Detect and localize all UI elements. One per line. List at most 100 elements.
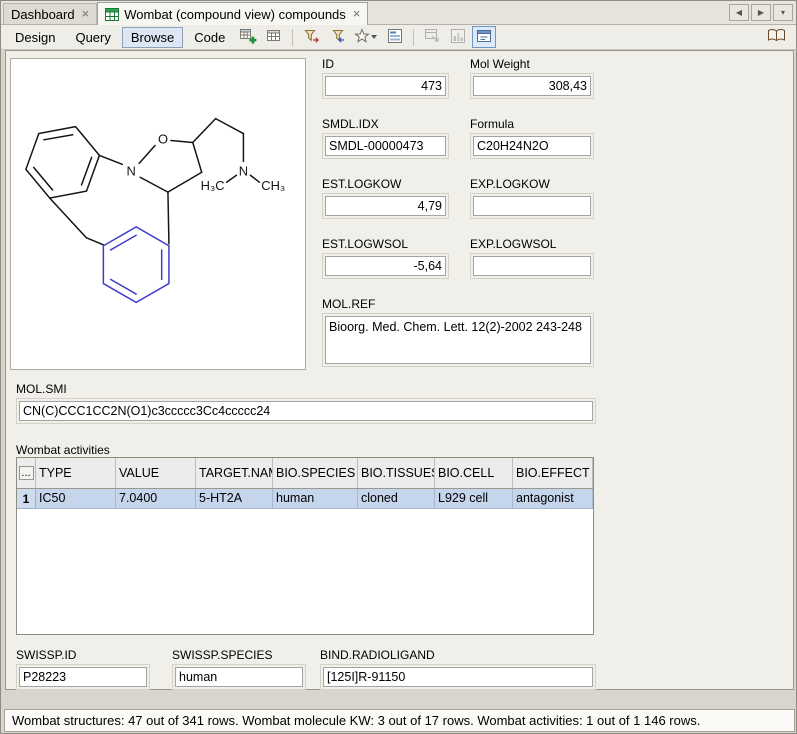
favorites-button[interactable] — [351, 26, 381, 48]
book-icon — [767, 28, 786, 46]
exp-logwsol-input[interactable] — [473, 256, 591, 276]
star-icon — [354, 28, 378, 47]
caret-down-icon: ▾ — [781, 8, 785, 17]
atom-label-o: O — [158, 131, 168, 146]
molecule-viewer[interactable]: N O N H₃C CH₃ — [10, 58, 306, 370]
field-swissp-id-label: SWISSP.ID — [16, 648, 150, 662]
est-logwsol-input[interactable] — [325, 256, 446, 276]
status-bar: Wombat structures: 47 out of 341 rows. W… — [4, 709, 795, 732]
mol-ref-input[interactable]: Bioorg. Med. Chem. Lett. 12(2)-2002 243-… — [325, 316, 591, 364]
atom-label-n: N — [127, 163, 136, 178]
column-header-type[interactable]: TYPE — [36, 458, 116, 488]
atom-label-methyl-left: H₃C — [201, 178, 225, 193]
column-header-value[interactable]: VALUE — [116, 458, 196, 488]
table-view-icon — [105, 8, 119, 21]
activities-table-row[interactable]: 1 IC50 7.0400 5-HT2A human cloned L929 c… — [17, 489, 593, 509]
column-header-target-name[interactable]: TARGET.NAME — [196, 458, 273, 488]
field-est-logkow-label: EST.LOGKOW — [322, 177, 449, 191]
column-header-bio-tissuesource[interactable]: BIO.TISSUESOU — [358, 458, 435, 488]
smdl-idx-input[interactable] — [325, 136, 446, 156]
cell-bio-tissuesource[interactable]: cloned — [358, 489, 435, 509]
widgets-button[interactable] — [472, 26, 496, 48]
column-header-bio-cell[interactable]: BIO.CELL — [435, 458, 513, 488]
id-input[interactable] — [325, 76, 446, 96]
field-bind-radioligand-label: BIND.RADIOLIGAND — [320, 648, 596, 662]
field-formula-label: Formula — [470, 117, 594, 131]
field-mol-weight-label: Mol Weight — [470, 57, 594, 71]
main-toolbar: Design Query Browse Code — [1, 25, 796, 50]
application-window: Dashboard × Wombat (compound view) compo… — [0, 0, 797, 734]
row-number: 1 — [17, 489, 36, 509]
swissp-id-input[interactable] — [19, 667, 147, 687]
scroll-tabs-left-button[interactable]: ◀ — [729, 4, 749, 21]
query-button[interactable]: Query — [66, 27, 119, 48]
browse-button[interactable]: Browse — [122, 27, 183, 48]
molecule-structure: N O N H₃C CH₃ — [11, 59, 305, 369]
field-mol-smi: MOL.SMI — [16, 382, 596, 424]
toolbar-separator — [413, 29, 414, 46]
cell-bio-cell[interactable]: L929 cell — [435, 489, 513, 509]
field-exp-logkow-label: EXP.LOGKOW — [470, 177, 594, 191]
filter-back-icon — [329, 28, 346, 47]
scroll-tabs-right-button[interactable]: ▶ — [751, 4, 771, 21]
tab-dashboard[interactable]: Dashboard × — [3, 3, 97, 24]
field-est-logwsol: EST.LOGWSOL — [322, 237, 449, 279]
swissp-species-input[interactable] — [175, 667, 303, 687]
field-swissp-id: SWISSP.ID — [16, 648, 150, 690]
cell-type[interactable]: IC50 — [36, 489, 116, 509]
mol-weight-input[interactable] — [473, 76, 591, 96]
document-tabbar: Dashboard × Wombat (compound view) compo… — [1, 1, 796, 25]
code-button[interactable]: Code — [185, 27, 234, 48]
activities-table: ... TYPE VALUE TARGET.NAME BIO.SPECIES B… — [16, 457, 594, 635]
export-button[interactable] — [420, 26, 444, 48]
bookmarks-button[interactable] — [761, 26, 791, 48]
design-button[interactable]: Design — [6, 27, 64, 48]
table-add-icon — [239, 27, 257, 47]
table-icon — [266, 28, 282, 46]
arrow-right-icon: ▶ — [758, 8, 764, 17]
status-text: Wombat structures: 47 out of 341 rows. W… — [12, 713, 700, 728]
atom-label-methyl-right: CH₃ — [261, 178, 285, 193]
field-mol-ref: MOL.REF Bioorg. Med. Chem. Lett. 12(2)-2… — [322, 297, 594, 367]
field-swissp-species-label: SWISSP.SPECIES — [172, 648, 306, 662]
field-bind-radioligand: BIND.RADIOLIGAND — [320, 648, 596, 690]
field-exp-logwsol-label: EXP.LOGWSOL — [470, 237, 594, 251]
cell-bio-effect[interactable]: antagonist — [513, 489, 593, 509]
cell-value[interactable]: 7.0400 — [116, 489, 196, 509]
mol-smi-input[interactable] — [19, 401, 593, 421]
field-exp-logwsol: EXP.LOGWSOL — [470, 237, 594, 279]
query-filter-button[interactable] — [299, 26, 323, 48]
field-id: ID — [322, 57, 449, 99]
exp-logkow-input[interactable] — [473, 196, 591, 216]
field-smdl-idx-label: SMDL.IDX — [322, 117, 449, 131]
est-logkow-input[interactable] — [325, 196, 446, 216]
cell-bio-species[interactable]: human — [273, 489, 358, 509]
column-header-bio-species[interactable]: BIO.SPECIES — [273, 458, 358, 488]
compound-form: N O N H₃C CH₃ ID SMDL.IDX EST.LOGKOW EST… — [5, 50, 794, 690]
tab-wombat-compound-view[interactable]: Wombat (compound view) compounds × — [97, 2, 368, 25]
new-grid-view-button[interactable] — [236, 26, 260, 48]
field-formula: Formula — [470, 117, 594, 159]
column-header-bio-effect[interactable]: BIO.EFFECT — [513, 458, 593, 488]
bind-radioligand-input[interactable] — [323, 667, 593, 687]
report-button[interactable] — [446, 26, 470, 48]
field-mol-ref-label: MOL.REF — [322, 297, 594, 311]
tab-wombat-label: Wombat (compound view) compounds — [124, 7, 346, 22]
formula-input[interactable] — [473, 136, 591, 156]
atom-label-n2: N — [239, 163, 248, 178]
table-options-button[interactable]: ... — [19, 466, 34, 480]
field-est-logwsol-label: EST.LOGWSOL — [322, 237, 449, 251]
activities-label: Wombat activities — [16, 443, 110, 457]
close-tab-icon[interactable]: × — [82, 9, 90, 19]
field-mol-smi-label: MOL.SMI — [16, 382, 596, 396]
form-view-button[interactable] — [383, 26, 407, 48]
tabbar-controls: ◀ ▶ ▾ — [729, 4, 793, 21]
field-id-label: ID — [322, 57, 449, 71]
grid-view-button[interactable] — [262, 26, 286, 48]
window-grid-icon — [476, 28, 492, 47]
field-smdl-idx: SMDL.IDX — [322, 117, 449, 159]
clear-filter-button[interactable] — [325, 26, 349, 48]
cell-target-name[interactable]: 5-HT2A — [196, 489, 273, 509]
close-tab-icon[interactable]: × — [353, 9, 361, 19]
tab-list-button[interactable]: ▾ — [773, 4, 793, 21]
